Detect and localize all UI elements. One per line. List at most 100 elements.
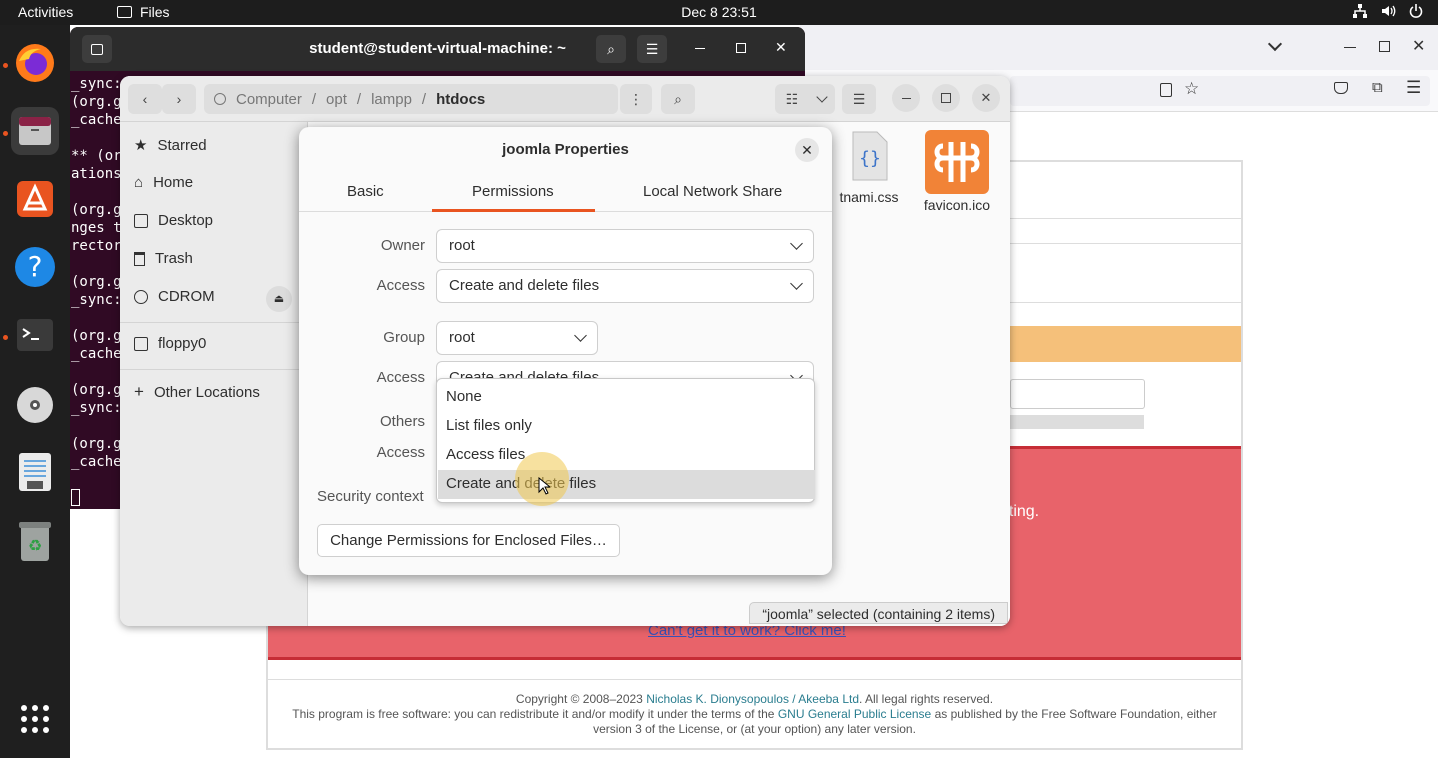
disc-launcher[interactable] — [11, 381, 59, 429]
trash-launcher[interactable]: ♻ — [11, 517, 59, 565]
file-tile[interactable]: favicon.ico — [912, 130, 1002, 213]
clock[interactable]: Dec 8 23:51 — [0, 4, 1438, 20]
close-button[interactable]: ✕ — [972, 84, 1000, 112]
url-bar[interactable]: ☆ — [1010, 76, 1430, 106]
search-button[interactable]: ⌕ — [596, 35, 626, 63]
close-icon[interactable]: ✕ — [1412, 36, 1425, 56]
owner-access-label: Access — [376, 277, 425, 294]
restore-icon[interactable] — [1379, 41, 1390, 52]
firefox-launcher[interactable] — [11, 39, 59, 87]
sidebar-item-floppy[interactable]: floppy0 — [134, 335, 206, 352]
page-footer: Copyright © 2008–2023 Nicholas K. Dionys… — [268, 692, 1241, 737]
sidebar-item-cdrom[interactable]: CDROM — [134, 288, 215, 305]
footer-license-pre: This program is free software: you can r… — [292, 707, 775, 721]
top-bar: Activities Files Dec 8 23:51 — [0, 0, 1438, 25]
extensions-icon[interactable]: ⧉ — [1372, 79, 1383, 96]
close-icon: ✕ — [801, 141, 813, 158]
css-file-icon: {} — [852, 131, 888, 181]
reader-view-icon[interactable] — [1160, 83, 1172, 97]
help-icon: ? — [15, 247, 55, 287]
main-menu-button[interactable]: ☰ — [842, 84, 876, 114]
sidebar-item-label: Trash — [155, 250, 193, 267]
text-input[interactable] — [1010, 379, 1145, 409]
chevron-left-icon: ‹ — [142, 91, 148, 107]
help-launcher[interactable]: ? — [11, 243, 59, 291]
minimize-button[interactable] — [892, 84, 920, 112]
plus-icon: + — [134, 382, 144, 401]
sidebar-item-home[interactable]: ⌂ Home — [134, 174, 193, 191]
option-none[interactable]: None — [438, 383, 815, 412]
volume-icon[interactable] — [1380, 3, 1396, 19]
path-separator: / — [356, 90, 362, 108]
close-icon[interactable]: ✕ — [775, 39, 787, 56]
path-segment-computer[interactable]: Computer — [236, 91, 302, 108]
status-bar: “joomla” selected (containing 2 items) — [749, 602, 1008, 624]
app-center-launcher[interactable] — [11, 175, 59, 223]
option-access-files[interactable]: Access files — [438, 441, 815, 470]
path-segment-htdocs[interactable]: htdocs — [436, 91, 485, 108]
svg-text:{}: {} — [859, 148, 881, 169]
footer-author-link[interactable]: Nicholas K. Dionysopoulos / Akeeba Ltd — [646, 692, 859, 706]
text-editor-launcher[interactable] — [11, 449, 59, 497]
power-icon[interactable] — [1408, 3, 1424, 19]
option-create-and-delete-files[interactable]: Create and delete files — [438, 470, 815, 499]
maximize-icon — [941, 93, 951, 103]
sidebar-item-desktop[interactable]: Desktop — [134, 212, 213, 229]
chevron-right-icon: › — [176, 91, 182, 107]
disc-icon — [17, 387, 53, 423]
view-options-button[interactable] — [809, 84, 835, 114]
footer-rights: . All legal rights reserved. — [859, 692, 994, 706]
eject-button[interactable]: ⏏ — [266, 286, 292, 312]
search-icon: ⌕ — [674, 90, 682, 107]
change-enclosed-permissions-button[interactable]: Change Permissions for Enclosed Files… — [317, 524, 620, 557]
owner-label: Owner — [380, 237, 425, 254]
menu-icon[interactable]: ☰ — [1406, 78, 1421, 98]
maximize-button[interactable] — [932, 84, 960, 112]
view-toggle-button[interactable]: ☷ — [775, 84, 809, 114]
dialog-close-button[interactable]: ✕ — [795, 138, 819, 162]
chevron-down-icon — [816, 91, 828, 103]
path-segment-lampp[interactable]: lampp — [371, 91, 412, 108]
sidebar-item-starred[interactable]: ★ Starred — [134, 136, 207, 155]
chevron-down-icon — [790, 237, 803, 250]
search-icon: ⌕ — [607, 41, 615, 57]
forward-button[interactable]: › — [162, 84, 196, 114]
divider — [268, 679, 1241, 680]
path-menu-button[interactable]: ⋮ — [620, 84, 652, 114]
sidebar-item-trash[interactable]: Trash — [134, 250, 193, 267]
show-apps-button[interactable] — [11, 695, 59, 743]
progress-track — [1010, 415, 1144, 429]
tab-local-network-share[interactable]: Local Network Share — [643, 183, 782, 200]
dialog-title: joomla Properties — [502, 141, 629, 158]
tab-list-icon[interactable] — [1267, 36, 1283, 52]
tab-permissions[interactable]: Permissions — [472, 183, 554, 200]
sidebar-item-other-locations[interactable]: + Other Locations — [134, 382, 260, 402]
minimize-icon[interactable] — [695, 48, 705, 49]
gpl-link[interactable]: GNU General Public License — [778, 707, 931, 721]
browser-tabbar: ✕ — [800, 25, 1438, 70]
back-button[interactable]: ‹ — [128, 84, 162, 114]
menu-button[interactable]: ☰ — [637, 35, 667, 63]
maximize-icon[interactable] — [736, 43, 746, 53]
owner-access-select[interactable]: Create and delete files — [436, 269, 814, 303]
files-launcher[interactable] — [11, 107, 59, 155]
sidebar-divider — [120, 322, 307, 323]
tab-basic[interactable]: Basic — [347, 183, 384, 200]
search-button[interactable]: ⌕ — [661, 84, 695, 114]
system-tray[interactable] — [1352, 3, 1424, 19]
owner-select[interactable]: root — [436, 229, 814, 263]
pocket-icon[interactable] — [1334, 82, 1348, 94]
group-label: Group — [383, 329, 425, 346]
option-list-files-only[interactable]: List files only — [438, 412, 815, 441]
group-select[interactable]: root — [436, 321, 598, 355]
trash-icon: ♻ — [19, 522, 51, 561]
network-icon[interactable] — [1352, 3, 1368, 19]
access-dropdown-menu: None List files only Access files Create… — [436, 378, 815, 503]
file-tile[interactable]: {} tnami.css — [824, 130, 914, 205]
minimize-icon[interactable] — [1344, 47, 1356, 48]
path-bar[interactable]: Computer / opt / lampp / htdocs — [204, 84, 618, 114]
path-segment-opt[interactable]: opt — [326, 91, 347, 108]
chevron-down-icon — [790, 277, 803, 290]
bookmark-star-icon[interactable]: ☆ — [1184, 79, 1199, 99]
terminal-launcher[interactable] — [11, 311, 59, 359]
